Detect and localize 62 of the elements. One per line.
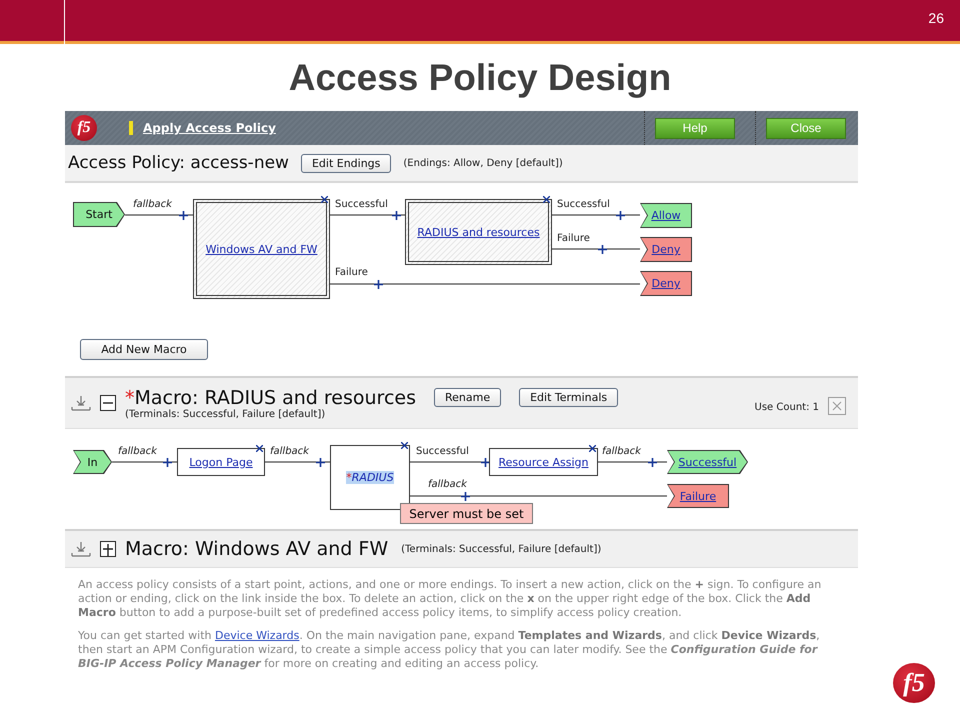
add-icon[interactable] [481, 458, 490, 467]
f5-logo: f5 [893, 663, 935, 703]
action-link[interactable]: Logon Page [177, 448, 265, 476]
expand-icon[interactable] [100, 541, 116, 557]
entry-node[interactable]: In [73, 450, 112, 474]
error-tooltip: Server must be set [400, 503, 533, 524]
start-node[interactable]: Start [73, 202, 125, 227]
close-icon[interactable] [401, 442, 408, 449]
branch-label: fallback [270, 446, 309, 458]
add-icon[interactable] [179, 211, 188, 220]
add-icon[interactable] [316, 458, 325, 467]
action-link[interactable]: Resource Assign [489, 448, 598, 476]
use-count: Use Count: 1 [754, 402, 819, 412]
edit-endings-button[interactable]: Edit Endings [300, 154, 392, 172]
branch-label: Failure [335, 267, 368, 279]
add-icon[interactable] [461, 492, 470, 501]
collapse-icon[interactable] [100, 395, 116, 411]
close-icon[interactable] [543, 196, 550, 203]
branch-label: Failure [557, 233, 590, 245]
close-icon[interactable] [321, 196, 328, 203]
action-link[interactable]: *RADIUS [330, 445, 410, 510]
branch-label: Successful [416, 446, 469, 458]
macro-link[interactable]: Windows AV and FW [193, 199, 330, 299]
slide-title: Access Policy Design [288, 57, 672, 100]
terminals-note: (Terminals: Successful, Failure [default]) [401, 544, 602, 554]
add-icon[interactable] [374, 280, 383, 289]
delete-icon[interactable] [828, 397, 846, 415]
ending-link[interactable]: Deny [640, 271, 692, 296]
macro-title: Macro: Windows AV and FW [125, 538, 388, 560]
ending-link[interactable]: Allow [640, 203, 692, 228]
add-icon[interactable] [163, 458, 172, 467]
add-icon[interactable] [392, 211, 401, 220]
apply-policy-link[interactable]: Apply Access Policy [143, 121, 276, 135]
marker-icon [129, 121, 133, 135]
page-number: 26 [928, 10, 944, 26]
branch-label: Successful [335, 199, 388, 211]
ending-link[interactable]: Deny [640, 237, 692, 262]
branch-label: fallback [602, 446, 641, 458]
branch-label: fallback [118, 446, 157, 458]
f5-logo: f5 [71, 115, 97, 141]
branch-label: fallback [428, 479, 467, 491]
policy-title: Access Policy: access-new [68, 153, 289, 173]
help-paragraph: An access policy consists of a start point, actions, and one or more endings. To insert a new action, click on the + sign. To configure an action or ending, click on the link inside the box. To delete an action, click on the x on the upper right edge of the box. Click the Add Macro button to add a purpose-built set of predefined access policy items, to simplify access policy creation. [78, 578, 822, 620]
help-paragraph: You can get started with Device Wizards. On the main navigation pane, expand Templates and Wizards, and click Device Wizards, then start an APM Configuration wizard, to create a simple access policy that you can later modify. See the Configuration Guide for BIG-IP Access Policy Manager for more on creating and editing an access policy. [78, 629, 821, 671]
branch-label: Successful [557, 199, 610, 211]
add-macro-button[interactable]: Add New Macro [80, 339, 208, 360]
macro-title: *Macro: RADIUS and resources [125, 386, 416, 408]
device-wizards-link[interactable]: Device Wizards [214, 629, 300, 642]
branch-label: fallback [133, 199, 172, 211]
close-icon[interactable] [256, 445, 263, 452]
macro-button[interactable]: Edit Terminals [519, 388, 618, 407]
endings-note: (Endings: Allow, Deny [default]) [403, 158, 563, 168]
macro-link[interactable]: RADIUS and resources [405, 199, 552, 265]
exit-link[interactable]: Successful [667, 450, 748, 474]
close-icon[interactable] [589, 445, 596, 452]
macro-button[interactable]: Rename [434, 388, 502, 407]
ending-link[interactable]: Failure [667, 484, 729, 508]
add-icon[interactable] [598, 245, 607, 254]
connector-line [124, 214, 194, 216]
add-icon[interactable] [616, 211, 625, 220]
terminals-note: (Terminals: Successful, Failure [default]) [125, 408, 326, 420]
add-icon[interactable] [648, 458, 657, 467]
